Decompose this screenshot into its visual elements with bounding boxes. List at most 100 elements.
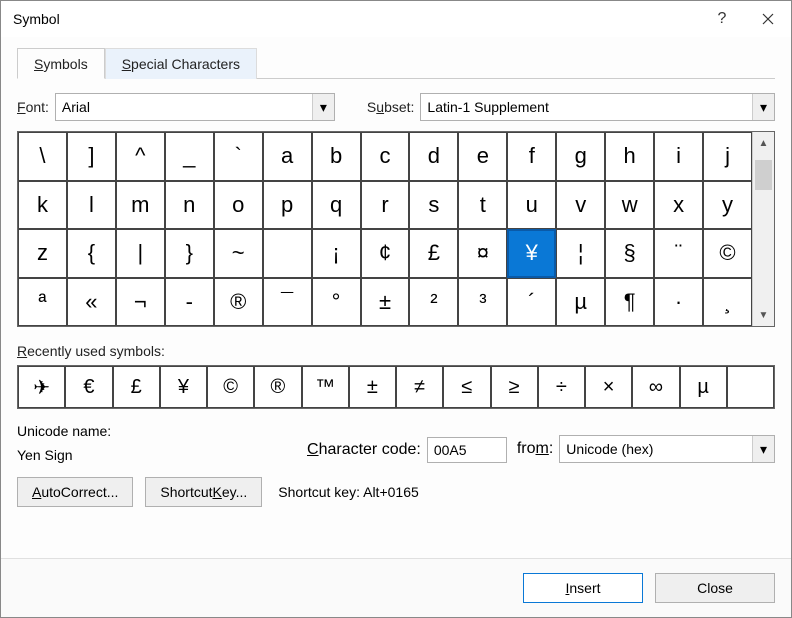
symbol-cell[interactable] [263, 229, 312, 278]
symbol-cell[interactable]: r [361, 181, 410, 230]
symbol-cell[interactable]: \ [18, 132, 67, 181]
symbol-cell[interactable]: ¸ [703, 278, 752, 327]
recent-cell[interactable]: ∞ [632, 366, 679, 408]
symbol-cell[interactable]: ` [214, 132, 263, 181]
symbol-cell[interactable]: t [458, 181, 507, 230]
scroll-thumb[interactable] [755, 160, 772, 190]
symbol-cell[interactable]: ³ [458, 278, 507, 327]
font-row: Font: Arial ▾ Subset: Latin-1 Supplement… [17, 93, 775, 121]
symbol-cell[interactable]: ] [67, 132, 116, 181]
insert-button[interactable]: Insert [523, 573, 643, 603]
symbol-cell[interactable]: ^ [116, 132, 165, 181]
symbol-cell[interactable]: ¡ [312, 229, 361, 278]
symbol-cell[interactable]: n [165, 181, 214, 230]
recent-cell[interactable]: © [207, 366, 254, 408]
symbol-cell[interactable]: } [165, 229, 214, 278]
button-row: AutoCorrect... Shortcut Key... Shortcut … [17, 477, 775, 507]
unicode-block: Unicode name: Yen Sign [17, 423, 297, 463]
symbol-cell[interactable]: ¦ [556, 229, 605, 278]
symbol-cell[interactable]: ¶ [605, 278, 654, 327]
recent-cell[interactable]: ÷ [538, 366, 585, 408]
symbol-cell[interactable]: y [703, 181, 752, 230]
recent-cell[interactable] [727, 366, 774, 408]
symbol-cell[interactable]: ´ [507, 278, 556, 327]
symbol-cell[interactable]: © [703, 229, 752, 278]
autocorrect-button[interactable]: AutoCorrect... [17, 477, 133, 507]
symbol-cell[interactable]: | [116, 229, 165, 278]
shortcut-text: Shortcut key: Alt+0165 [278, 484, 418, 500]
symbol-cell[interactable]: { [67, 229, 116, 278]
symbol-cell[interactable]: ° [312, 278, 361, 327]
symbol-cell[interactable]: z [18, 229, 67, 278]
tab-special-characters[interactable]: Special Characters [105, 48, 257, 79]
recent-cell[interactable]: ≤ [443, 366, 490, 408]
scroll-down-icon[interactable]: ▼ [753, 304, 774, 326]
symbol-cell[interactable]: e [458, 132, 507, 181]
scroll-track[interactable] [753, 154, 774, 304]
recent-cell[interactable]: µ [680, 366, 727, 408]
symbol-cell[interactable]: ¢ [361, 229, 410, 278]
recent-cell[interactable]: ✈ [18, 366, 65, 408]
symbol-cell[interactable]: k [18, 181, 67, 230]
symbol-cell[interactable]: p [263, 181, 312, 230]
recent-cell[interactable]: £ [113, 366, 160, 408]
help-button[interactable]: ? [699, 1, 745, 37]
recent-cell[interactable]: ≥ [491, 366, 538, 408]
symbol-cell[interactable]: j [703, 132, 752, 181]
symbol-cell[interactable]: c [361, 132, 410, 181]
symbol-cell[interactable]: ± [361, 278, 410, 327]
symbol-cell[interactable]: v [556, 181, 605, 230]
symbol-cell[interactable]: i [654, 132, 703, 181]
from-select[interactable]: Unicode (hex) ▾ [559, 435, 775, 463]
symbol-cell[interactable]: s [409, 181, 458, 230]
recent-grid[interactable]: ✈€£¥©®™±≠≤≥÷×∞µ [17, 365, 775, 409]
symbol-cell[interactable]: £ [409, 229, 458, 278]
symbol-cell[interactable]: ~ [214, 229, 263, 278]
symbol-cell[interactable]: ¥ [507, 229, 556, 278]
symbol-cell[interactable]: « [67, 278, 116, 327]
symbol-cell[interactable]: h [605, 132, 654, 181]
shortcut-key-button[interactable]: Shortcut Key... [145, 477, 262, 507]
symbol-cell[interactable]: m [116, 181, 165, 230]
recent-cell[interactable]: € [65, 366, 112, 408]
symbol-cell[interactable]: ¤ [458, 229, 507, 278]
symbol-cell[interactable]: - [165, 278, 214, 327]
symbol-cell[interactable]: ² [409, 278, 458, 327]
symbol-cell[interactable]: o [214, 181, 263, 230]
font-select[interactable]: Arial ▾ [55, 93, 335, 121]
symbol-cell[interactable]: _ [165, 132, 214, 181]
scroll-up-icon[interactable]: ▲ [753, 132, 774, 154]
grid-scrollbar[interactable]: ▲ ▼ [752, 132, 774, 326]
symbol-cell[interactable]: l [67, 181, 116, 230]
subset-select[interactable]: Latin-1 Supplement ▾ [420, 93, 775, 121]
symbol-cell[interactable]: b [312, 132, 361, 181]
symbol-cell[interactable]: q [312, 181, 361, 230]
symbol-cell[interactable]: ® [214, 278, 263, 327]
close-icon[interactable] [745, 1, 791, 37]
symbol-cell[interactable]: d [409, 132, 458, 181]
symbol-cell[interactable]: · [654, 278, 703, 327]
recent-cell[interactable]: ™ [302, 366, 349, 408]
recent-cell[interactable]: ± [349, 366, 396, 408]
recent-cell[interactable]: × [585, 366, 632, 408]
symbol-cell[interactable]: x [654, 181, 703, 230]
symbol-cell[interactable]: f [507, 132, 556, 181]
charcode-input[interactable] [427, 437, 507, 463]
symbol-cell[interactable]: ¨ [654, 229, 703, 278]
recent-cell[interactable]: ® [254, 366, 301, 408]
symbol-cell[interactable]: § [605, 229, 654, 278]
symbol-cell[interactable]: ¯ [263, 278, 312, 327]
recent-cell[interactable]: ≠ [396, 366, 443, 408]
symbol-cell[interactable]: ª [18, 278, 67, 327]
symbol-cell[interactable]: w [605, 181, 654, 230]
symbol-cell[interactable]: µ [556, 278, 605, 327]
close-button[interactable]: Close [655, 573, 775, 603]
symbol-cell[interactable]: ¬ [116, 278, 165, 327]
recent-label: Recently used symbols: [17, 343, 775, 359]
recent-cell[interactable]: ¥ [160, 366, 207, 408]
tab-symbols[interactable]: Symbols [17, 48, 105, 79]
symbol-cell[interactable]: a [263, 132, 312, 181]
symbol-grid[interactable]: \]^_`abcdefghij klmnopqrstuvwxy z{|}~ ¡¢£¤¥… [18, 132, 752, 326]
symbol-cell[interactable]: u [507, 181, 556, 230]
symbol-cell[interactable]: g [556, 132, 605, 181]
